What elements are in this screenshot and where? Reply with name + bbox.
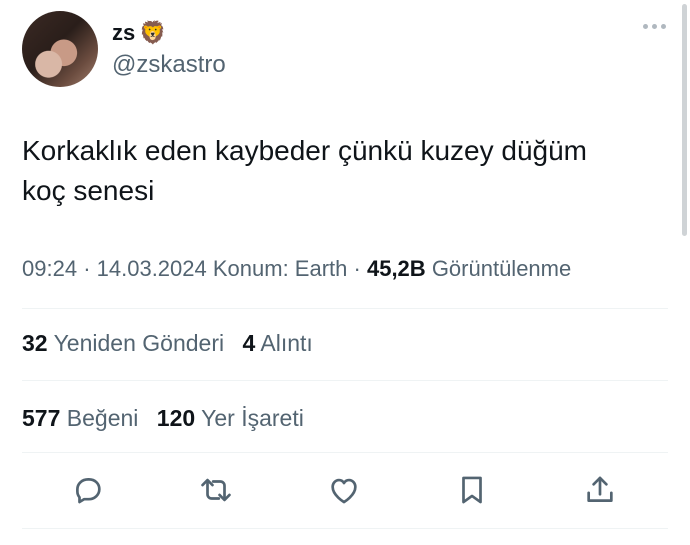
like-icon[interactable] bbox=[324, 470, 364, 510]
lion-emoji: 🦁 bbox=[139, 20, 167, 45]
reposts-count: 32 bbox=[22, 330, 48, 356]
likes-link[interactable]: 577 Beğeni bbox=[22, 405, 138, 431]
tweet-location: Konum: Earth bbox=[212, 256, 348, 281]
bookmarks-label: Yer İşareti bbox=[201, 405, 304, 431]
views-count: 45,2B bbox=[366, 256, 426, 281]
views-label: Görüntülenme bbox=[431, 256, 572, 281]
tweet-meta: 09:24 · 14.03.2024 Konum: Earth · 45,2B … bbox=[22, 256, 571, 282]
quotes-count: 4 bbox=[242, 330, 256, 356]
like-stats: 577 Beğeni 120 Yer İşareti bbox=[22, 405, 304, 432]
action-bar bbox=[0, 470, 690, 512]
likes-label: Beğeni bbox=[66, 405, 139, 431]
share-icon[interactable] bbox=[580, 470, 620, 510]
meta-separator: · bbox=[83, 256, 97, 281]
reposts-label: Yeniden Gönderi bbox=[53, 330, 225, 356]
divider bbox=[22, 380, 668, 381]
avatar[interactable] bbox=[22, 11, 98, 87]
repost-icon[interactable] bbox=[196, 470, 236, 510]
divider bbox=[22, 308, 668, 309]
tweet-time[interactable]: 09:24 bbox=[22, 256, 77, 281]
tweet-text-line-1: Korkaklık eden kaybeder çünkü kuzey düğü… bbox=[22, 135, 587, 166]
tweet-text: Korkaklık eden kaybeder çünkü kuzey düğü… bbox=[22, 131, 652, 211]
meta-separator: · bbox=[353, 256, 367, 281]
likes-count: 577 bbox=[22, 405, 61, 431]
bookmarks-link[interactable]: 120 Yer İşareti bbox=[157, 405, 304, 431]
bookmarks-count: 120 bbox=[156, 405, 196, 431]
display-name[interactable]: zs 🦁 bbox=[112, 20, 167, 46]
user-handle[interactable]: @zskastro bbox=[112, 51, 226, 79]
more-options-icon[interactable] bbox=[643, 24, 666, 29]
scrollbar[interactable] bbox=[682, 4, 687, 236]
divider bbox=[22, 528, 668, 529]
display-name-text: zs bbox=[112, 20, 136, 45]
repost-stats: 32 Yeniden Gönderi 4 Alıntı bbox=[22, 330, 313, 357]
tweet-date[interactable]: 14.03.2024 bbox=[97, 256, 207, 281]
bookmark-icon[interactable] bbox=[452, 470, 492, 510]
reposts-link[interactable]: 32 Yeniden Gönderi bbox=[22, 330, 224, 356]
divider bbox=[22, 452, 668, 453]
quotes-label: Alıntı bbox=[260, 330, 313, 356]
quotes-link[interactable]: 4 Alıntı bbox=[242, 330, 312, 356]
reply-icon[interactable] bbox=[68, 470, 108, 510]
tweet-text-line-2: koç senesi bbox=[22, 175, 155, 206]
